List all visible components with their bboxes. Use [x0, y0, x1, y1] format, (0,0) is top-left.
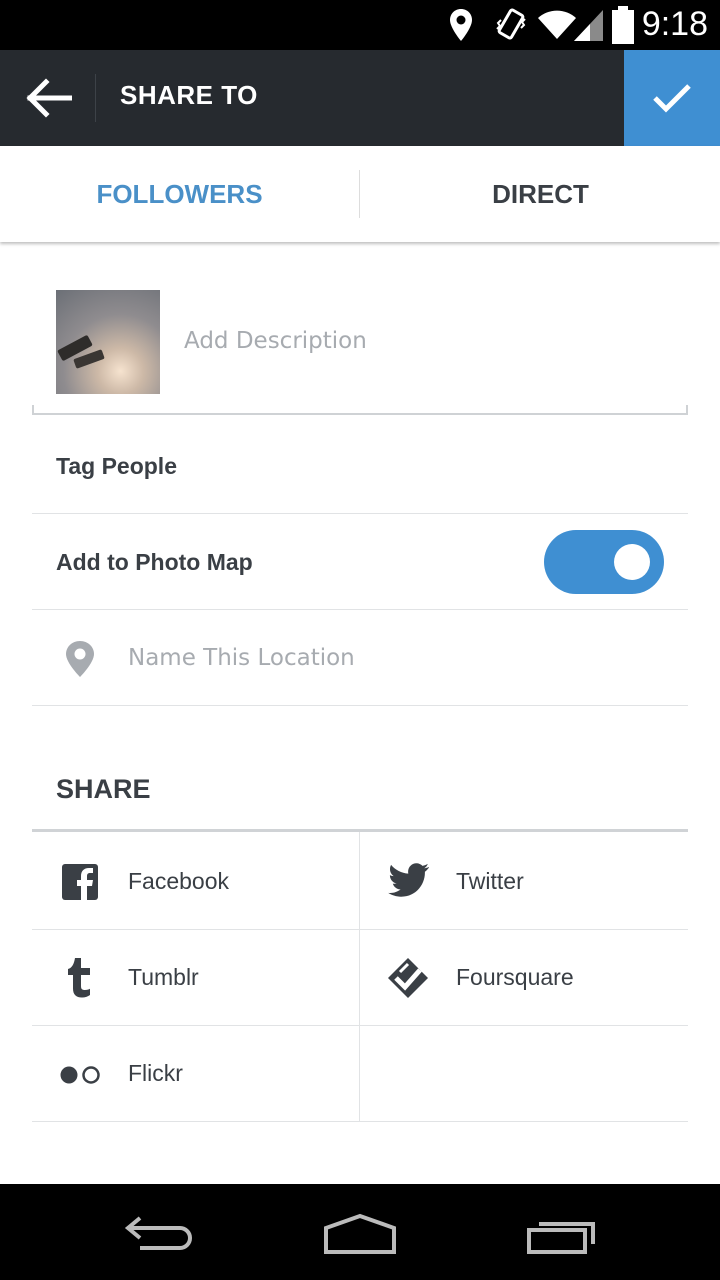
battery-icon	[612, 6, 634, 44]
tumblr-label: Tumblr	[128, 964, 199, 990]
confirm-button[interactable]	[624, 50, 720, 146]
photo-map-label: Add to Photo Map	[56, 549, 253, 575]
tag-people-button[interactable]: Tag People	[56, 453, 177, 480]
status-bar: 9:18	[0, 0, 720, 50]
divider	[32, 1121, 688, 1122]
home-nav-icon[interactable]	[322, 1212, 398, 1256]
share-divider	[32, 829, 688, 832]
navigation-bar	[0, 1184, 720, 1280]
app-bar-separator	[95, 74, 96, 122]
share-flickr[interactable]: Flickr	[32, 1026, 359, 1121]
tab-divider	[359, 170, 360, 218]
back-nav-icon[interactable]	[124, 1214, 196, 1254]
status-time: 9:18	[641, 5, 708, 43]
flickr-icon	[60, 1066, 100, 1084]
facebook-icon	[62, 864, 98, 900]
photo-thumbnail[interactable]	[56, 290, 160, 394]
photo-map-toggle[interactable]	[544, 530, 664, 594]
facebook-label: Facebook	[128, 868, 230, 894]
divider	[32, 513, 688, 514]
toggle-knob	[614, 544, 650, 580]
location-pin-icon	[450, 9, 472, 41]
share-heading: SHARE	[56, 774, 151, 804]
twitter-label: Twitter	[456, 868, 524, 894]
foursquare-label: Foursquare	[456, 964, 574, 990]
divider	[32, 609, 688, 610]
page-title: SHARE TO	[120, 80, 258, 110]
location-pin-icon	[66, 641, 94, 677]
recents-nav-icon[interactable]	[526, 1216, 598, 1256]
location-input[interactable]: Name This Location	[128, 645, 355, 671]
signal-icon	[574, 10, 603, 41]
wifi-icon	[538, 10, 576, 39]
foursquare-icon	[388, 958, 428, 998]
checkmark-icon	[653, 84, 691, 113]
share-tumblr[interactable]: Tumblr	[32, 930, 359, 1025]
tab-followers[interactable]: FOLLOWERS	[0, 146, 359, 242]
tumblr-icon	[68, 958, 90, 998]
description-underline	[32, 405, 688, 415]
app-bar: SHARE TO	[0, 50, 720, 146]
vibrate-icon	[496, 8, 526, 40]
description-input[interactable]: Add Description	[184, 328, 367, 354]
tab-direct[interactable]: DIRECT	[361, 146, 720, 242]
share-foursquare[interactable]: Foursquare	[360, 930, 688, 1025]
back-arrow-icon[interactable]	[24, 78, 72, 118]
share-twitter[interactable]: Twitter	[360, 835, 688, 929]
twitter-icon	[388, 863, 429, 897]
tab-bar: FOLLOWERS DIRECT	[0, 146, 720, 242]
flickr-label: Flickr	[128, 1060, 183, 1086]
divider	[32, 705, 688, 706]
share-facebook[interactable]: Facebook	[32, 835, 359, 929]
